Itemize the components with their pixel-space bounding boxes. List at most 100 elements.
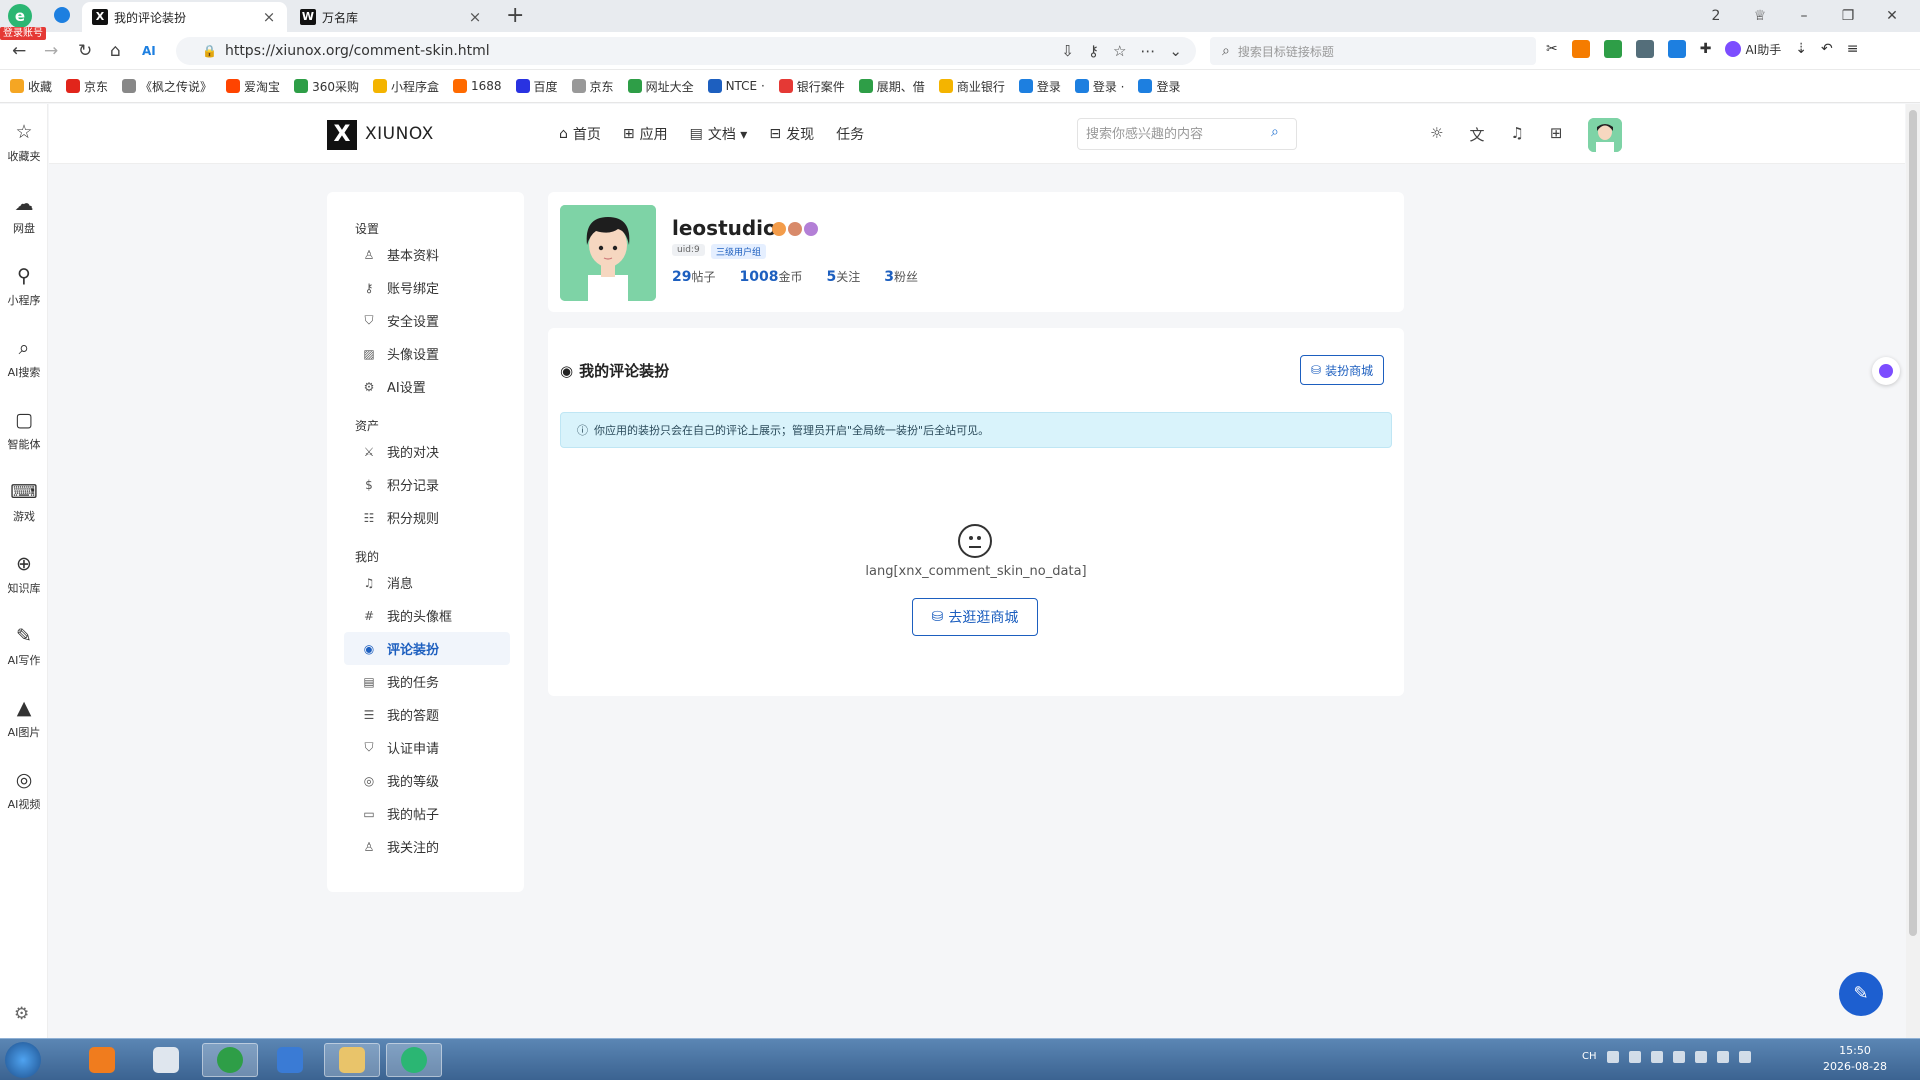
pinned-tab-icon[interactable]	[54, 7, 70, 23]
network-icon[interactable]	[1650, 1051, 1663, 1063]
volume-icon[interactable]	[1738, 1051, 1751, 1063]
site-name[interactable]: XIUNOX	[365, 124, 434, 144]
skin-shop-button[interactable]: ⛁ 装扮商城	[1300, 355, 1385, 385]
close-tab-icon[interactable]: ×	[467, 8, 483, 26]
taskbar-calculator[interactable]	[138, 1043, 194, 1077]
nav-home[interactable]: ⌂ 首页	[559, 124, 601, 144]
translate-extension-icon[interactable]	[1667, 40, 1686, 58]
rail-item-gamepad[interactable]: ⌨ 游戏	[0, 480, 48, 524]
bookmark-item[interactable]: 展期、借	[858, 78, 925, 95]
input-language[interactable]: CH	[1582, 1051, 1597, 1063]
search-icon[interactable]: ⌕	[1271, 124, 1279, 140]
help-icon[interactable]	[1628, 1051, 1641, 1063]
tab-wanmingku[interactable]: W 万名库 ×	[290, 2, 493, 32]
sidebar-item-bell[interactable]: ♫ 消息	[344, 566, 510, 599]
profile-stat[interactable]: 1008金币	[740, 268, 803, 285]
bookmark-item[interactable]: 商业银行	[938, 78, 1005, 95]
theme-toggle-icon[interactable]: ☼	[1430, 124, 1443, 145]
login-badge[interactable]: 登录账号	[0, 27, 46, 40]
sidebar-item-swords[interactable]: ⚔ 我的对决	[344, 435, 510, 468]
profile-stat[interactable]: 29帖子	[672, 268, 716, 285]
sidebar-item-user[interactable]: ♙ 基本资料	[344, 238, 510, 271]
sidebar-item-level[interactable]: ◎ 我的等级	[344, 764, 510, 797]
ai-helper-button[interactable]: AI助手	[1725, 41, 1781, 58]
nav-task[interactable]: 任务	[836, 124, 864, 144]
rail-item-ai-image[interactable]: ▲ AI图片	[0, 696, 48, 740]
profile-stat[interactable]: 3粉丝	[884, 268, 918, 285]
sidebar-item-key[interactable]: ⚷ 账号绑定	[344, 271, 510, 304]
profile-avatar[interactable]	[560, 205, 656, 301]
word-extension-icon[interactable]	[1603, 40, 1622, 58]
rail-item-agent[interactable]: ▢ 智能体	[0, 408, 48, 452]
sidebar-item-quiz[interactable]: ☰ 我的答题	[344, 698, 510, 731]
bookmark-item[interactable]: 收藏	[10, 78, 52, 95]
address-bar[interactable]: 🔒 https://xiunox.org/comment-skin.html ⇩…	[176, 37, 1196, 65]
sidebar-item-shield[interactable]: ⛉ 安全设置	[344, 304, 510, 337]
settings-gear-icon[interactable]: ⚙	[14, 1004, 29, 1024]
site-logo-icon[interactable]: X	[327, 120, 357, 150]
bookmark-star-icon[interactable]: ☆	[1113, 42, 1126, 60]
close-tab-icon[interactable]: ×	[261, 8, 277, 26]
rail-item-search[interactable]: ⌕ AI搜索	[0, 336, 48, 380]
go-shop-button[interactable]: ⛁ 去逛逛商城	[912, 598, 1038, 636]
rail-item-ai-write[interactable]: ✎ AI写作	[0, 624, 48, 668]
medal-icon[interactable]	[788, 222, 802, 236]
chevron-down-icon[interactable]: ⌄	[1169, 42, 1182, 60]
install-app-icon[interactable]: ⇩	[1061, 42, 1074, 60]
sidebar-item-coin[interactable]: $ 积分记录	[344, 468, 510, 501]
bookmark-item[interactable]: 《枫之传说》	[122, 78, 212, 95]
bookmark-item[interactable]: NTCE ·	[707, 79, 765, 93]
rail-item-cloud[interactable]: ☁ 网盘	[0, 192, 48, 236]
header-avatar[interactable]	[1588, 118, 1622, 152]
close-window-button[interactable]: ✕	[1870, 8, 1914, 24]
scrollbar-thumb[interactable]	[1909, 110, 1917, 936]
floating-ai-assistant[interactable]	[1872, 357, 1900, 385]
sidebar-item-follow[interactable]: ♙ 我关注的	[344, 830, 510, 863]
bookmark-item[interactable]: 登录	[1018, 78, 1061, 95]
more-icon[interactable]: ⋯	[1140, 42, 1155, 60]
reload-button[interactable]: ↻	[78, 41, 92, 61]
restore-button[interactable]: ❐	[1826, 8, 1870, 24]
security-icon[interactable]	[1672, 1051, 1685, 1063]
tab-count-button[interactable]: 2	[1694, 8, 1738, 24]
game-extension-icon[interactable]	[1571, 40, 1590, 58]
start-button[interactable]	[5, 1042, 41, 1078]
bookmark-item[interactable]: 爱淘宝	[226, 78, 280, 95]
scissors-icon[interactable]: ✂	[1546, 41, 1558, 57]
taskbar-ai-app[interactable]	[262, 1043, 318, 1077]
password-key-icon[interactable]: ⚷	[1088, 42, 1099, 60]
taskbar-health-app[interactable]	[202, 1043, 258, 1077]
page-scrollbar[interactable]	[1906, 104, 1920, 1038]
display-icon[interactable]	[1716, 1051, 1729, 1063]
rail-item-ai-video[interactable]: ◎ AI视频	[0, 768, 48, 812]
puzzle-icon[interactable]: ✚	[1700, 41, 1712, 57]
url-text[interactable]: https://xiunox.org/comment-skin.html	[225, 43, 490, 59]
sidebar-item-frame[interactable]: # 我的头像框	[344, 599, 510, 632]
home-button[interactable]: ⌂	[110, 41, 121, 61]
browser-logo-icon[interactable]: e	[8, 4, 32, 28]
nav-apps[interactable]: ⊞ 应用	[623, 124, 668, 144]
ai-toolbar-icon[interactable]: AI	[142, 41, 156, 61]
taskbar-file-explorer[interactable]	[324, 1043, 380, 1077]
medal-icon[interactable]	[804, 222, 818, 236]
floating-edit-button[interactable]: ✎	[1839, 972, 1883, 1016]
medal-icon[interactable]	[772, 222, 786, 236]
sidebar-item-verify[interactable]: ⛉ 认证申请	[344, 731, 510, 764]
profile-stat[interactable]: 5关注	[826, 268, 860, 285]
sidebar-item-ai-settings[interactable]: ⚙ AI设置	[344, 370, 510, 403]
tab-comment-skin[interactable]: X 我的评论装扮 ×	[82, 2, 287, 32]
bookmark-item[interactable]: 百度	[515, 78, 558, 95]
keyboard-icon[interactable]	[1606, 1051, 1619, 1063]
download-icon[interactable]: ⇣	[1795, 41, 1807, 57]
back-button[interactable]: ←	[12, 41, 26, 61]
sidebar-item-task-list[interactable]: ▤ 我的任务	[344, 665, 510, 698]
apps-grid-icon[interactable]: ⊞	[1550, 124, 1563, 145]
nav-docs[interactable]: ▤ 文档 ▾	[690, 124, 748, 144]
language-icon[interactable]: 文	[1469, 124, 1484, 145]
sidebar-item-post[interactable]: ▭ 我的帖子	[344, 797, 510, 830]
bookmark-item[interactable]: 1688	[452, 79, 502, 93]
bookmark-item[interactable]: 登录	[1138, 78, 1181, 95]
system-clock[interactable]: 15:50 2026-08-28	[1818, 1043, 1892, 1075]
bookmark-item[interactable]: 京东	[571, 78, 614, 95]
bookmark-item[interactable]: 京东	[66, 78, 108, 95]
